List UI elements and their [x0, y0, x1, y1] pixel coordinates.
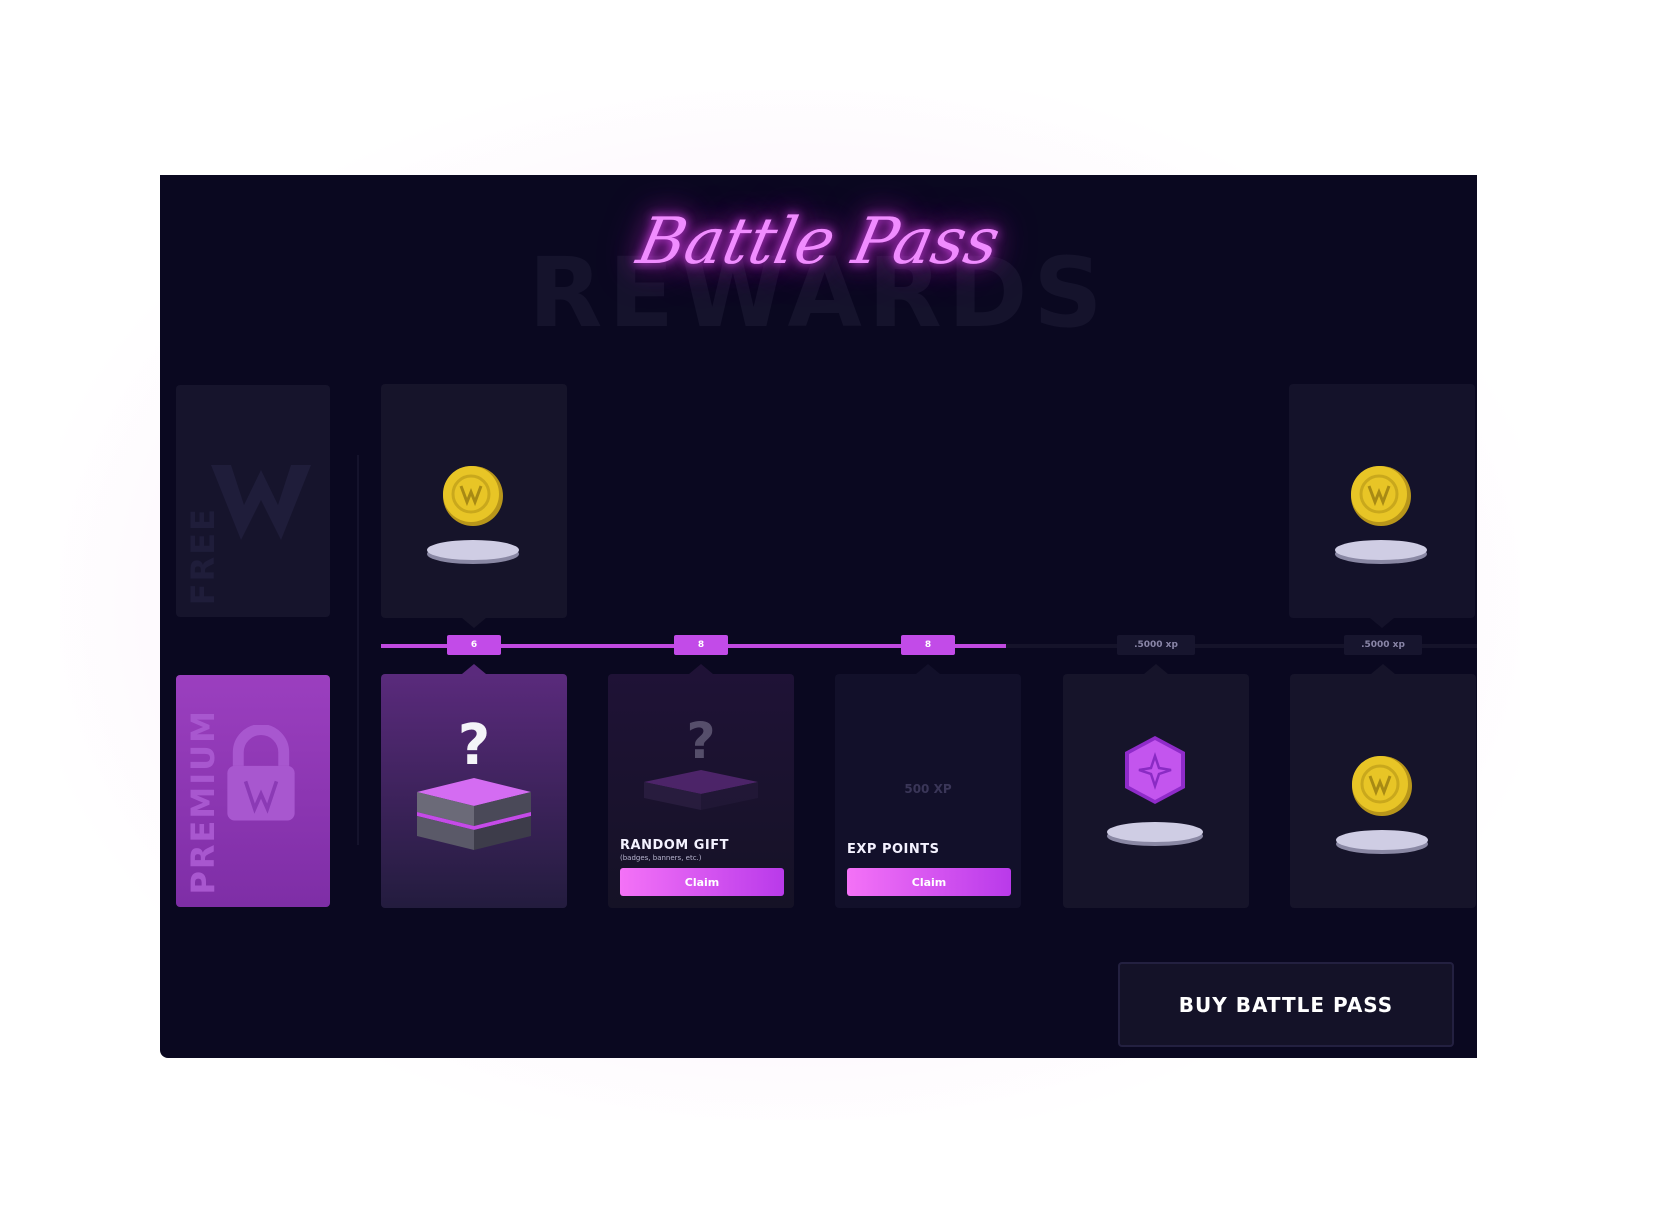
reward-title: RANDOM GIFT	[620, 838, 730, 853]
free-reward-card-5[interactable]	[1289, 384, 1475, 628]
premium-reward-card-5[interactable]	[1290, 664, 1476, 908]
premium-reward-card-4[interactable]	[1063, 664, 1249, 908]
card-pointer	[1370, 618, 1394, 628]
card-pointer	[916, 664, 940, 674]
free-reward-card-1[interactable]	[381, 384, 567, 628]
reward-subtitle: (badges, banners, etc.)	[620, 854, 702, 862]
card-pointer	[462, 664, 486, 674]
level-marker-4: .5000 xp	[1117, 635, 1195, 655]
coin-icon	[1336, 756, 1428, 854]
coin-icon	[1335, 466, 1427, 564]
lock-icon	[227, 725, 295, 821]
level-marker-1: 6	[447, 635, 501, 655]
battle-pass-panel: REWARDS Battle Pass FREE PREMIUM 6 8 8 .…	[160, 175, 1477, 1058]
premium-reward-card-1[interactable]: ?	[381, 664, 567, 908]
premium-reward-card-2[interactable]: ? RANDOM GIFT (badges, banners, etc.) Cl…	[608, 664, 794, 908]
card-pointer	[462, 618, 486, 628]
xp-amount: 500 XP	[904, 782, 952, 796]
coin-icon	[427, 466, 519, 564]
svg-text:?: ?	[458, 714, 490, 778]
card-pointer	[689, 664, 713, 674]
premium-row-label: PREMIUM	[176, 675, 330, 907]
card-pointer	[1371, 664, 1395, 674]
claim-button[interactable]: Claim	[620, 868, 784, 896]
reward-title: EXP POINTS	[847, 842, 940, 857]
premium-label: PREMIUM	[184, 709, 222, 895]
free-row-label: FREE	[176, 385, 330, 617]
mystery-box-icon: ?	[644, 712, 758, 810]
row-divider	[357, 455, 359, 845]
level-marker-5: .5000 xp	[1344, 635, 1422, 655]
level-marker-3: 8	[901, 635, 955, 655]
free-label: FREE	[184, 506, 222, 605]
card-pointer	[1144, 664, 1168, 674]
premium-reward-card-3[interactable]: 500 XP EXP POINTS Claim	[835, 664, 1021, 908]
svg-text:?: ?	[686, 712, 715, 770]
mystery-box-icon: ?	[417, 714, 531, 850]
gem-icon	[1107, 736, 1203, 846]
level-marker-2: 8	[674, 635, 728, 655]
page-title: Battle Pass	[630, 205, 1007, 279]
claim-button[interactable]: Claim	[847, 868, 1011, 896]
brand-logo-icon	[211, 465, 311, 540]
buy-battle-pass-button[interactable]: BUY BATTLE PASS	[1118, 962, 1454, 1047]
